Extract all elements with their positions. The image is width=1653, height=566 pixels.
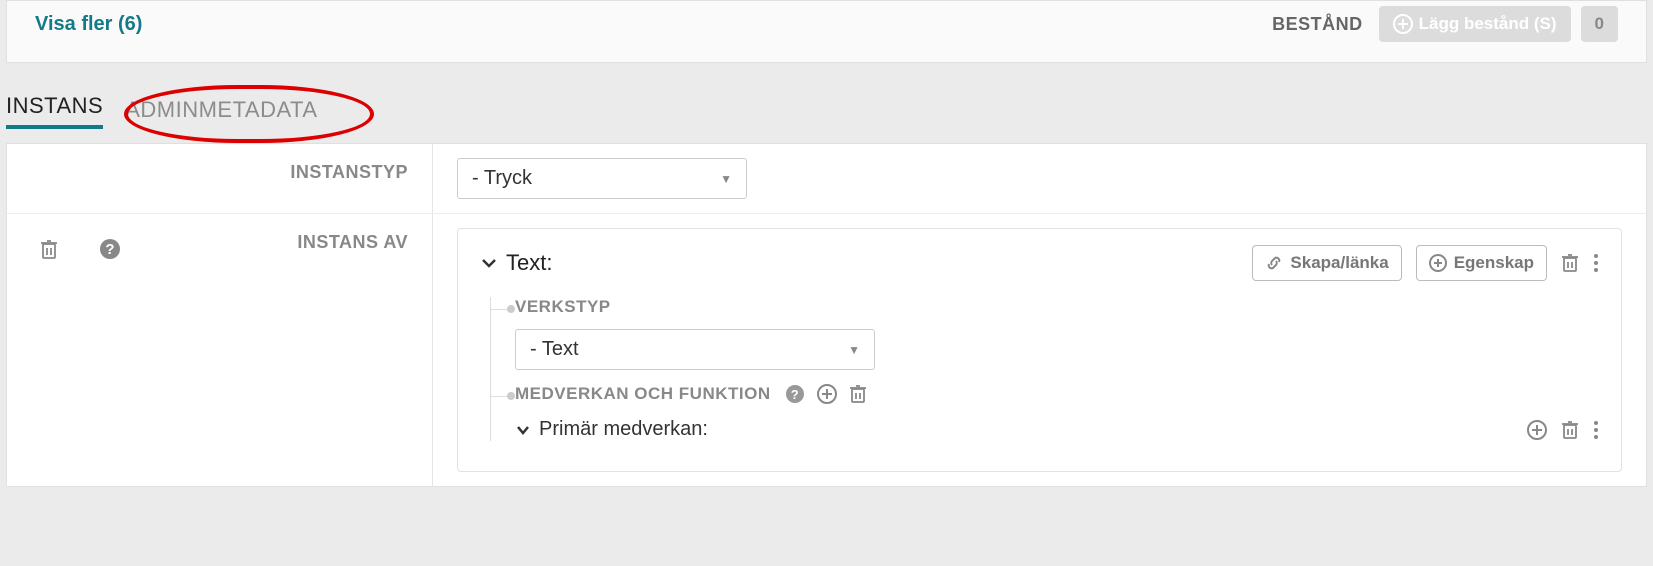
- caret-down-icon: ▼: [720, 172, 732, 186]
- verkstyp-node: VERKSTYP - Text ▼: [515, 297, 1599, 370]
- medverkan-node: MEDVERKAN OCH FUNKTION ?: [515, 384, 1599, 441]
- trash-icon[interactable]: [1561, 420, 1579, 440]
- form-panel: INSTANSTYP - Tryck ▼ ? INSTANS AV: [6, 143, 1647, 487]
- verkstyp-value: - Text: [530, 338, 579, 361]
- instanstyp-value: - Tryck: [472, 167, 532, 190]
- create-link-label: Skapa/länka: [1290, 253, 1388, 273]
- field-label-cell: ? INSTANS AV: [7, 214, 433, 486]
- add-bestand-label: Lägg bestånd (S): [1419, 14, 1557, 34]
- bestand-label: BESTÅND: [1272, 14, 1363, 35]
- top-right-actions: BESTÅND Lägg bestånd (S) 0: [1272, 6, 1618, 42]
- card-title[interactable]: Text:: [480, 250, 552, 276]
- top-bar: Visa fler (6) BESTÅND Lägg bestånd (S) 0: [6, 0, 1647, 63]
- trash-icon[interactable]: [39, 238, 59, 260]
- more-menu-icon[interactable]: [1593, 253, 1599, 273]
- add-bestand-button[interactable]: Lägg bestånd (S): [1379, 6, 1571, 42]
- field-value-cell: Text: Skapa/länka: [433, 214, 1646, 486]
- plus-circle-icon[interactable]: [1527, 420, 1547, 440]
- chevron-down-icon: [480, 254, 498, 272]
- property-label: Egenskap: [1454, 253, 1534, 273]
- svg-text:?: ?: [790, 387, 798, 402]
- caret-down-icon: ▼: [848, 343, 860, 357]
- trash-icon[interactable]: [1561, 253, 1579, 273]
- primar-label: Primär medverkan:: [539, 418, 708, 441]
- primar-medverkan-row: Primär medverkan:: [515, 418, 1599, 441]
- property-button[interactable]: Egenskap: [1416, 245, 1547, 281]
- chevron-down-icon: [515, 422, 531, 438]
- row-instanstyp: INSTANSTYP - Tryck ▼: [7, 144, 1646, 214]
- instanstyp-select[interactable]: - Tryck ▼: [457, 158, 747, 199]
- help-icon[interactable]: ?: [99, 238, 121, 260]
- help-icon[interactable]: ?: [785, 384, 805, 404]
- create-link-button[interactable]: Skapa/länka: [1252, 245, 1401, 281]
- more-menu-icon[interactable]: [1593, 420, 1599, 440]
- medverkan-label-row: MEDVERKAN OCH FUNKTION ?: [515, 384, 1599, 404]
- card-header: Text: Skapa/länka: [480, 245, 1599, 281]
- primar-title[interactable]: Primär medverkan:: [515, 418, 708, 441]
- verkstyp-label: VERKSTYP: [515, 297, 1599, 317]
- verkstyp-select[interactable]: - Text ▼: [515, 329, 875, 370]
- card-tree: VERKSTYP - Text ▼ MEDVERKAN OCH FUNKTION: [490, 297, 1599, 441]
- tab-bar: INSTANS ADMINMETADATA: [0, 63, 1653, 129]
- link-icon: [1265, 254, 1283, 272]
- plus-circle-icon: [1393, 14, 1413, 34]
- card-actions: Skapa/länka Egenskap: [1252, 245, 1599, 281]
- instance-card: Text: Skapa/länka: [457, 228, 1622, 472]
- primar-actions: [1527, 420, 1599, 440]
- card-title-text: Text:: [506, 250, 552, 276]
- tab-adminmetadata[interactable]: ADMINMETADATA: [125, 97, 317, 129]
- field-label-cell: INSTANSTYP: [7, 144, 433, 213]
- plus-circle-icon[interactable]: [817, 384, 837, 404]
- plus-circle-icon: [1429, 254, 1447, 272]
- tab-instans[interactable]: INSTANS: [6, 93, 103, 129]
- svg-text:?: ?: [105, 241, 114, 258]
- instans-av-label: INSTANS AV: [297, 232, 408, 252]
- bestand-count: 0: [1581, 6, 1618, 42]
- row-instans-av: ? INSTANS AV Text:: [7, 214, 1646, 486]
- medverkan-label: MEDVERKAN OCH FUNKTION: [515, 384, 771, 404]
- tree-dot-icon: [507, 305, 515, 313]
- instanstyp-label: INSTANSTYP: [290, 162, 408, 182]
- trash-icon[interactable]: [849, 384, 867, 404]
- field-value-cell: - Tryck ▼: [433, 144, 1646, 213]
- tree-dot-icon: [507, 392, 515, 400]
- show-more-link[interactable]: Visa fler (6): [35, 13, 142, 36]
